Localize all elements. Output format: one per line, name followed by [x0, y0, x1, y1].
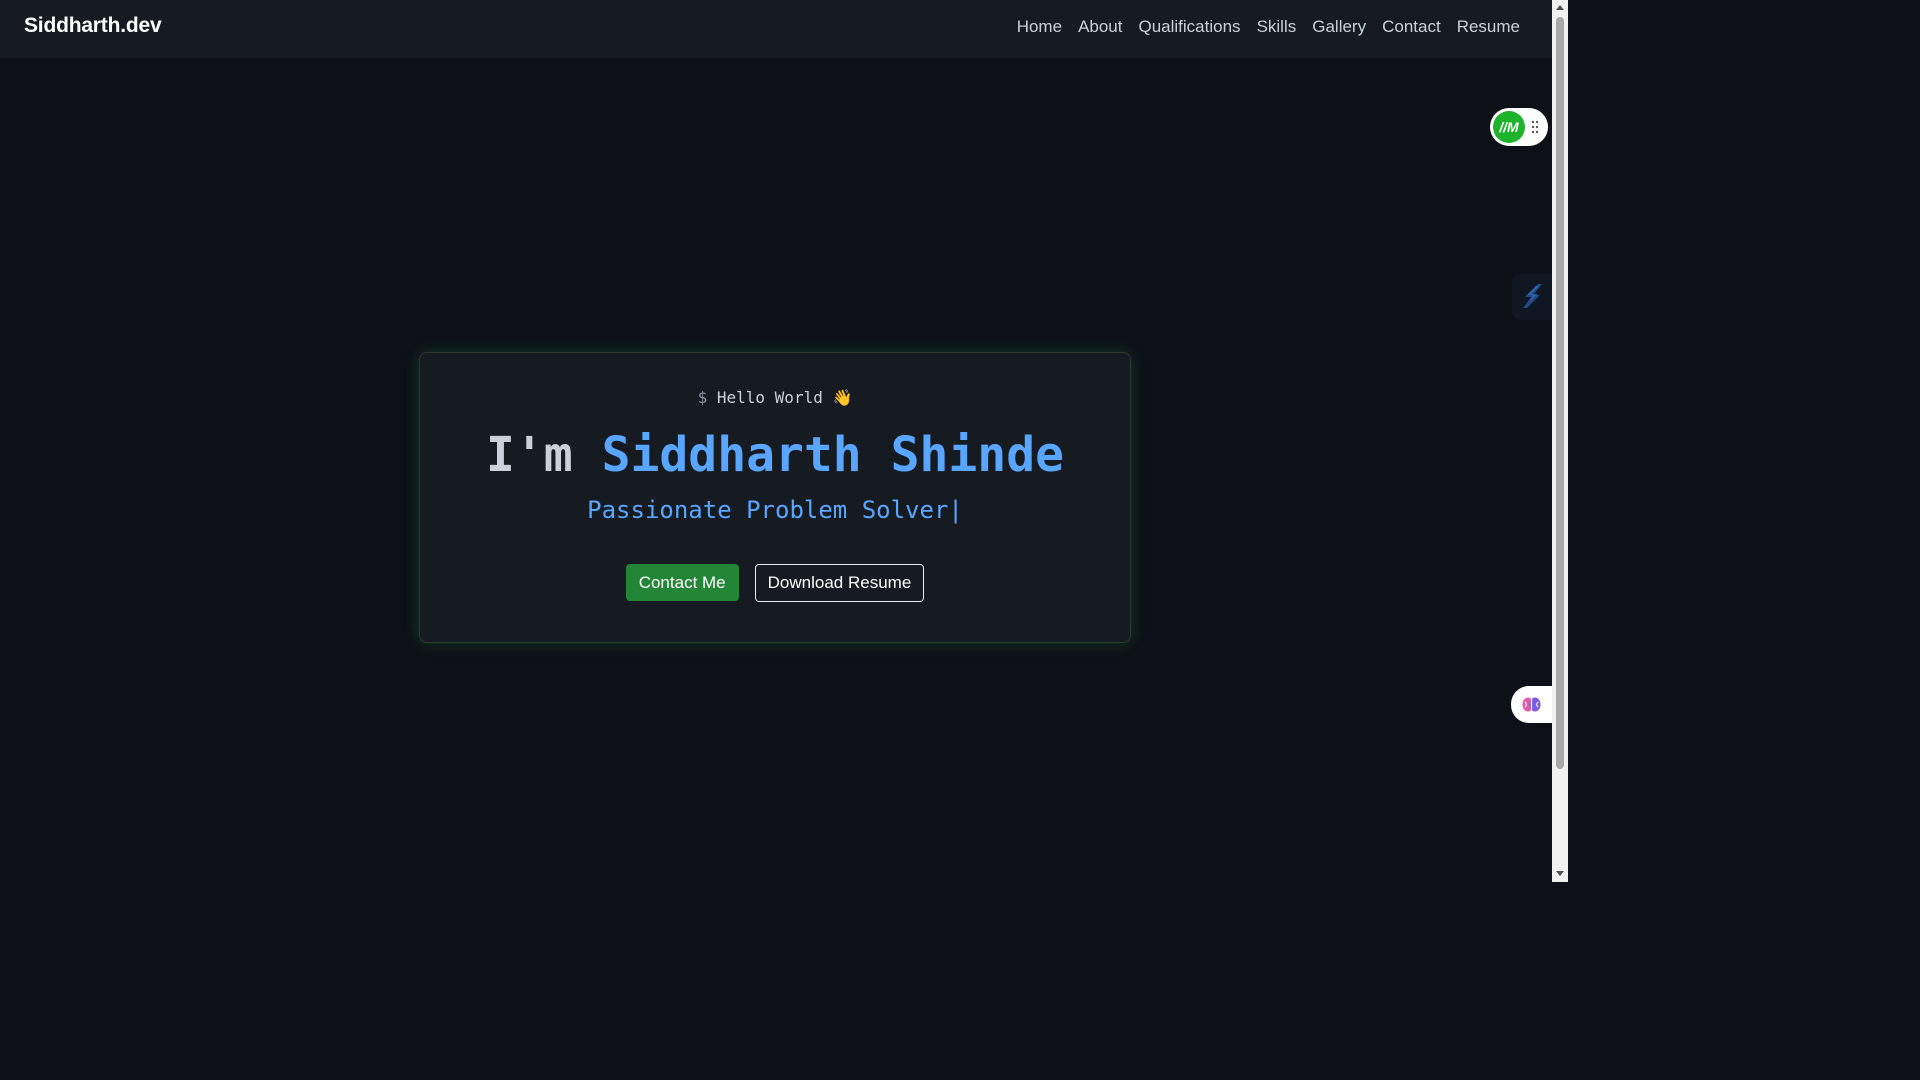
side-widget[interactable] — [1512, 274, 1552, 320]
scroll-down-arrow-icon[interactable] — [1556, 871, 1564, 876]
nav-link-gallery[interactable]: Gallery — [1312, 17, 1366, 37]
assistant-widget[interactable] — [1511, 686, 1552, 723]
lightning-icon — [1523, 284, 1542, 308]
greeting-text: Hello World 👋 — [716, 388, 853, 407]
toggle-logo[interactable]: //M — [1493, 111, 1525, 143]
typed-subtitle: Passionate Problem Solver| — [587, 496, 963, 524]
nav-link-home[interactable]: Home — [1017, 17, 1062, 37]
brain-icon — [1522, 697, 1541, 712]
nav-link-contact[interactable]: Contact — [1382, 17, 1441, 37]
contact-me-button[interactable]: Contact Me — [625, 564, 739, 601]
hero-buttons: Contact Me Download Resume — [420, 564, 1130, 602]
scroll-thumb[interactable] — [1556, 17, 1564, 769]
hero-name: Siddharth Shinde — [601, 427, 1064, 483]
download-resume-button[interactable]: Download Resume — [754, 564, 925, 602]
nav-link-about[interactable]: About — [1078, 17, 1122, 37]
nav-link-skills[interactable]: Skills — [1257, 17, 1297, 37]
vertical-scrollbar[interactable] — [1552, 0, 1568, 882]
nav-link-qualifications[interactable]: Qualifications — [1139, 17, 1241, 37]
nav-link-resume[interactable]: Resume — [1457, 17, 1520, 37]
hero-card: $ Hello World 👋 I'm Siddharth Shinde Pas… — [419, 352, 1131, 643]
scroll-up-arrow-icon[interactable] — [1556, 5, 1564, 10]
hello-world-line: $ Hello World 👋 — [420, 388, 1130, 407]
navbar: Siddharth.dev Home About Qualifications … — [0, 0, 1552, 58]
page: Siddharth.dev Home About Qualifications … — [0, 0, 1568, 882]
hero-title: I'm Siddharth Shinde — [420, 425, 1130, 485]
nav-links: Home About Qualifications Skills Gallery… — [1017, 17, 1520, 37]
grip-dots-icon[interactable] — [1531, 120, 1539, 134]
floating-toggle-widget[interactable]: //M — [1490, 108, 1548, 146]
title-prefix: I'm — [486, 427, 573, 483]
terminal-prompt: $ — [697, 388, 708, 407]
brand-logo[interactable]: Siddharth.dev — [24, 14, 162, 38]
